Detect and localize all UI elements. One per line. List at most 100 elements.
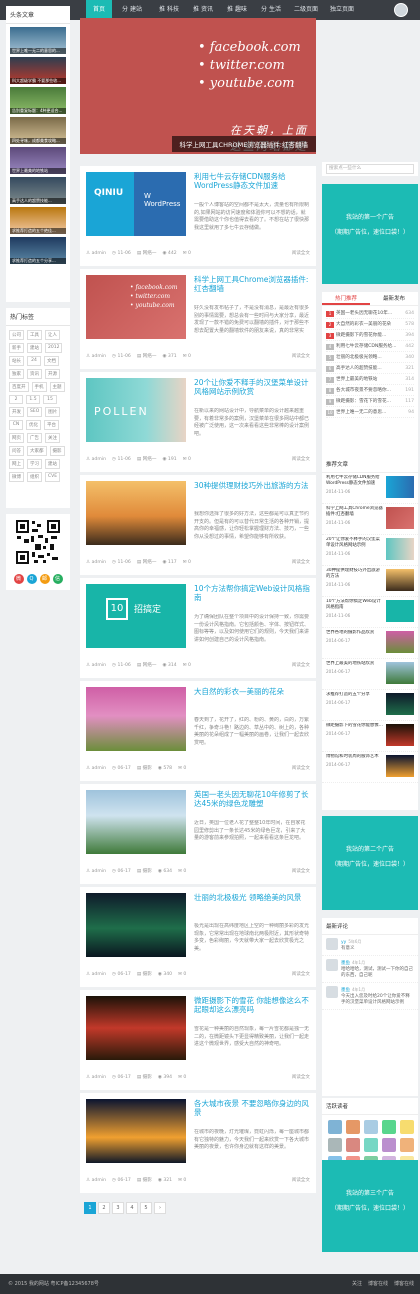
tag-item[interactable]: 开发 bbox=[9, 407, 24, 417]
post-title[interactable]: 30种提供理财技巧外出旅游的方法 bbox=[194, 481, 310, 490]
headline-thumb[interactable]: 告别重复标题：4种更适合... bbox=[10, 87, 66, 114]
ad-box-3[interactable]: 我站的第三个广告 （期期广告位，速位口袋！） bbox=[322, 1160, 418, 1252]
slider-caption[interactable]: 科学上网工具CHROME浏览器插件:红杏翻墙 bbox=[171, 136, 316, 152]
tag-item[interactable]: 手机 bbox=[31, 382, 47, 392]
post-author[interactable]: ♙ admin bbox=[86, 249, 106, 259]
rank-item[interactable]: 1 英国一老头因无聊花10年... 634 bbox=[326, 308, 414, 319]
mail-icon[interactable]: 邮 bbox=[39, 574, 50, 584]
headline-thumb[interactable]: 四处寻味，成都美食攻略... bbox=[10, 117, 66, 144]
wechat-icon[interactable]: 信 bbox=[52, 574, 63, 584]
commenter-name[interactable]: 墨鱼 bbox=[341, 988, 350, 993]
nav-item-1[interactable]: 分 建站 bbox=[116, 0, 148, 20]
visitor-avatar[interactable] bbox=[346, 1138, 360, 1152]
rank-item[interactable]: 8 各大城市夜景不要忽略你... 191 bbox=[326, 385, 414, 396]
post-author[interactable]: ♙ admin bbox=[86, 764, 106, 774]
read-more-link[interactable]: 阅读全文 bbox=[292, 970, 310, 980]
post-cat[interactable]: ▤ 摄影 bbox=[137, 867, 152, 877]
read-more-link[interactable]: 阅读全文 bbox=[292, 867, 310, 877]
recommend-item[interactable]: 求推荐打造的五个分享 2014-06-17 bbox=[322, 690, 418, 721]
read-more-link[interactable]: 阅读全文 bbox=[292, 249, 310, 259]
ad-box-2[interactable]: 我站的第二个广告 （期期广告位，速位口袋！） bbox=[322, 816, 418, 910]
page-3[interactable]: 3 bbox=[112, 1202, 124, 1214]
recommend-thumbnail[interactable] bbox=[386, 600, 414, 622]
nav-item-4[interactable]: 推 趣味 bbox=[222, 0, 252, 20]
recommend-item[interactable]: 博物馆和时装周的服饰艺术 2014-06-17 bbox=[322, 752, 418, 783]
read-more-link[interactable]: 阅读全文 bbox=[292, 764, 310, 774]
recommend-thumbnail[interactable] bbox=[386, 662, 414, 684]
tab-hot[interactable]: 热门推荐 bbox=[322, 292, 370, 305]
tag-item[interactable]: 1.5 bbox=[26, 395, 40, 404]
tag-item[interactable]: 2012 bbox=[45, 343, 63, 353]
post-thumbnail[interactable] bbox=[86, 687, 186, 751]
recommend-thumbnail[interactable] bbox=[386, 631, 414, 653]
comment-item[interactable]: 墨鱼 4年1月 哈哈哈哈，测试，测试一下你的自己的东西，自己呢 bbox=[322, 956, 418, 983]
read-more-link[interactable]: 阅读全文 bbox=[292, 558, 310, 568]
tag-item[interactable]: SEO bbox=[27, 407, 43, 417]
visitor-avatar[interactable] bbox=[364, 1120, 378, 1134]
qq-icon[interactable]: Q bbox=[26, 574, 37, 584]
tag-item[interactable]: CVE bbox=[45, 472, 61, 482]
tag-item[interactable]: 工具 bbox=[27, 330, 42, 340]
rank-item[interactable]: 6 高手达人的超赞技能... 321 bbox=[326, 363, 414, 374]
post-cat[interactable]: ▤ 摄影 bbox=[137, 970, 152, 980]
recommend-item[interactable]: 10个方法帮你搞定Web设计风格指南 2014-11-06 bbox=[322, 597, 418, 628]
recommend-thumbnail[interactable] bbox=[386, 755, 414, 777]
page-2[interactable]: 2 bbox=[98, 1202, 110, 1214]
post-thumbnail[interactable]: QINIU W WordPress bbox=[86, 172, 186, 236]
post-title[interactable]: 20个让你爱不释手的汉堡菜单设计风格网站示例欣赏 bbox=[194, 378, 310, 396]
nav-item-3[interactable]: 推 资讯 bbox=[188, 0, 218, 20]
visitor-avatar[interactable] bbox=[400, 1120, 414, 1134]
tag-item[interactable]: 摄影 bbox=[49, 446, 65, 456]
tag-item[interactable]: 广告 bbox=[27, 433, 42, 443]
read-more-link[interactable]: 阅读全文 bbox=[292, 455, 310, 465]
weibo-icon[interactable]: 微 bbox=[13, 574, 24, 584]
tag-item[interactable]: 24 bbox=[27, 356, 41, 366]
recommend-thumbnail[interactable] bbox=[386, 569, 414, 591]
nav-item-home[interactable]: 首页 bbox=[86, 0, 112, 20]
post-cat[interactable]: ▤ 网络一 bbox=[137, 249, 157, 259]
rank-item[interactable]: 5 壮丽的北极极光领略... 340 bbox=[326, 352, 414, 363]
tag-item[interactable]: 网上 bbox=[9, 459, 24, 469]
nav-item-7[interactable]: 独立页面 bbox=[326, 0, 358, 20]
post-author[interactable]: ♙ admin bbox=[86, 1176, 106, 1186]
headline-thumb[interactable]: 高手达人的超赞技能... bbox=[10, 177, 66, 204]
recommend-item[interactable]: 世界各地的摄影作品欣赏 2014-06-17 bbox=[322, 628, 418, 659]
post-thumbnail[interactable] bbox=[86, 893, 186, 957]
page-4[interactable]: 4 bbox=[126, 1202, 138, 1214]
tag-item[interactable]: CN bbox=[9, 420, 23, 430]
tag-item[interactable]: 让人 bbox=[45, 330, 60, 340]
post-thumbnail[interactable]: POLLEN bbox=[86, 378, 186, 442]
rank-item[interactable]: 10 世界上唯一无二的意思... 94 bbox=[326, 407, 414, 418]
tag-item[interactable]: 主题 bbox=[49, 382, 65, 392]
ad-box-1[interactable]: 我站的第一个广告 （期期广告位，速位口袋！） bbox=[322, 184, 418, 284]
visitor-avatar[interactable] bbox=[346, 1120, 360, 1134]
post-author[interactable]: ♙ admin bbox=[86, 867, 106, 877]
post-title[interactable]: 10个方法帮你搞定Web设计风格指南 bbox=[194, 584, 310, 602]
recommend-item[interactable]: 20个让你爱不释手的汉堡菜单设计风格网站示例 2014-11-06 bbox=[322, 535, 418, 566]
tag-item[interactable]: 公司 bbox=[9, 330, 24, 340]
footer-link[interactable]: 博客在线 bbox=[394, 1274, 414, 1294]
post-thumbnail[interactable]: 10 招搞定 bbox=[86, 584, 186, 648]
page-1[interactable]: 1 bbox=[84, 1202, 96, 1214]
next-page-button[interactable]: › bbox=[154, 1202, 166, 1214]
headline-thumb[interactable]: 求推荐打造的五个绝佳... bbox=[10, 207, 66, 234]
nav-item-6[interactable]: 二级页面 bbox=[290, 0, 322, 20]
tag-item[interactable]: 问答 bbox=[9, 446, 24, 456]
visitor-avatar[interactable] bbox=[382, 1138, 396, 1152]
headline-thumb[interactable]: 世界上最美的地铁站 bbox=[10, 147, 66, 174]
tag-item[interactable]: 百度开 bbox=[9, 382, 29, 392]
post-cat[interactable]: ▤ 网络一 bbox=[137, 558, 157, 568]
nav-item-5[interactable]: 分 生活 bbox=[256, 0, 286, 20]
tag-item[interactable]: 文档 bbox=[44, 356, 59, 366]
visitor-avatar[interactable] bbox=[328, 1138, 342, 1152]
tag-item[interactable]: 独家 bbox=[9, 369, 24, 379]
post-author[interactable]: ♙ admin bbox=[86, 1073, 106, 1083]
recommend-item[interactable]: 世界上最美的地铁站欣赏 2014-06-17 bbox=[322, 659, 418, 690]
tag-item[interactable]: 优化 bbox=[26, 420, 41, 430]
visitor-avatar[interactable] bbox=[400, 1138, 414, 1152]
headline-thumb[interactable]: 世界上唯一无二的意思的... bbox=[10, 27, 66, 54]
rank-item[interactable]: 2 大自然的彩衣—美丽的花朵 578 bbox=[326, 319, 414, 330]
post-title[interactable]: 利用七牛云存储CDN服务给WordPress静态文件加速 bbox=[194, 172, 310, 190]
tag-item[interactable]: 建站 bbox=[27, 343, 42, 353]
post-thumbnail[interactable] bbox=[86, 1099, 186, 1163]
